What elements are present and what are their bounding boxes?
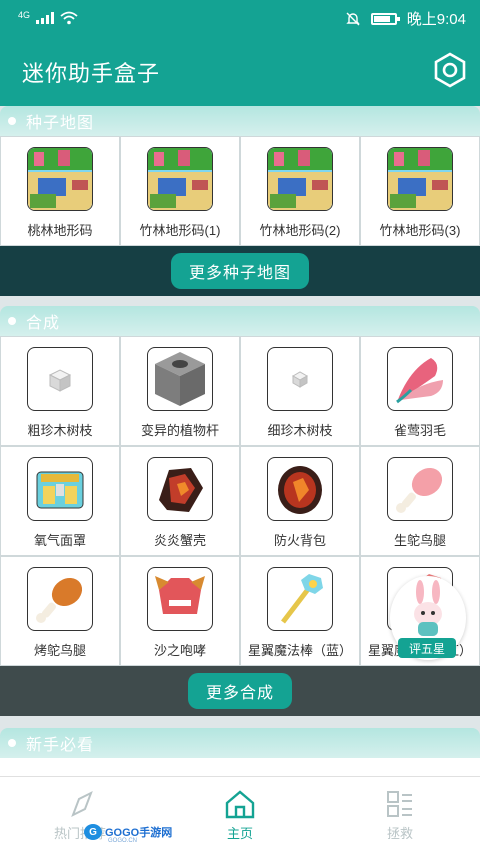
- magic-wand-icon: [267, 567, 333, 631]
- section-title: 新手必看: [26, 737, 95, 754]
- signal-icon: [36, 12, 55, 24]
- crafting-item[interactable]: 生鸵鸟腿: [361, 447, 479, 555]
- hexagon-gear-icon: [434, 52, 466, 88]
- section-crafting: 合成: [0, 306, 480, 336]
- roasted-drumstick-icon: [27, 567, 93, 631]
- bell-off-icon: [346, 12, 360, 25]
- item-label: 烤鸵鸟腿: [33, 643, 86, 658]
- nav-label: 拯救: [386, 825, 413, 841]
- seed-map-item[interactable]: 竹林地形码(1): [121, 137, 239, 245]
- item-label: 防火背包: [273, 533, 326, 548]
- item-label: 粗珍木树枝: [27, 423, 93, 438]
- compass-icon: [71, 790, 93, 817]
- gogo-logo-icon: G: [84, 824, 102, 840]
- item-label: 星翼魔法棒（蓝）: [247, 643, 352, 658]
- fireproof-backpack-icon: [267, 457, 333, 521]
- battery-icon: [370, 12, 400, 25]
- feather-icon: [387, 347, 453, 411]
- crafting-item[interactable]: 沙之咆哮: [121, 557, 239, 665]
- seed-map-item[interactable]: 竹林地形码(2): [241, 137, 359, 245]
- map-thumb-icon: [267, 147, 333, 211]
- section-newbie: 新手必看: [0, 728, 480, 758]
- bullet-icon: [8, 739, 16, 747]
- status-bar: 4G 晚上9:04: [0, 0, 480, 34]
- nav-home[interactable]: 主页: [160, 777, 320, 853]
- home-icon: [225, 789, 255, 818]
- section-seed-maps: 种子地图: [0, 106, 480, 136]
- seed-map-grid: 桃林地形码 竹林地形码(1) 竹林地形码(2) 竹林地形码(3): [0, 136, 480, 246]
- bottom-nav: 热门推荐 主页 拯救: [0, 776, 480, 853]
- section-title: 合成: [26, 315, 61, 332]
- bunny-mascot-icon: [414, 580, 442, 636]
- item-label: 氧气面罩: [33, 533, 86, 548]
- crafting-item[interactable]: 防火背包: [241, 447, 359, 555]
- item-label: 竹林地形码(3): [379, 223, 461, 238]
- map-thumb-icon: [27, 147, 93, 211]
- settings-button[interactable]: [430, 50, 470, 90]
- nav-rescue[interactable]: 拯救: [320, 777, 480, 853]
- crafting-item[interactable]: 雀莺羽毛: [361, 337, 479, 445]
- more-crafting-button[interactable]: 更多合成: [187, 673, 292, 709]
- crab-shell-icon: [147, 457, 213, 521]
- bullet-icon: [8, 117, 16, 125]
- crafting-item[interactable]: 炎炎蟹壳: [121, 447, 239, 555]
- item-label: 变异的植物杆: [140, 423, 219, 438]
- item-label: 炎炎蟹壳: [153, 533, 206, 548]
- watermark-site: GOGO.CN: [108, 838, 138, 844]
- map-thumb-icon: [387, 147, 453, 211]
- crafting-item[interactable]: 变异的植物杆: [121, 337, 239, 445]
- map-thumb-icon: [147, 147, 213, 211]
- app-header: 迷你助手盒子: [0, 34, 480, 106]
- raw-drumstick-icon: [387, 457, 453, 521]
- seed-map-item[interactable]: 竹林地形码(3): [361, 137, 479, 245]
- item-label: 细珍木树枝: [267, 423, 333, 438]
- item-label: 竹林地形码(2): [259, 223, 341, 238]
- wifi-icon: [60, 11, 78, 25]
- crafting-item[interactable]: 烤鸵鸟腿: [1, 557, 119, 665]
- item-label: 竹林地形码(1): [139, 223, 221, 238]
- item-label: 雀莺羽毛: [393, 423, 446, 438]
- stone-block-icon: [147, 347, 213, 411]
- oxygen-mask-icon: [27, 457, 93, 521]
- rate-five-stars-button[interactable]: 评五星: [398, 638, 456, 658]
- grid-icon: [387, 790, 412, 817]
- section-title: 种子地图: [26, 115, 95, 132]
- small-cube-icon: [27, 347, 93, 411]
- app-title: 迷你助手盒子: [22, 61, 161, 86]
- seed-map-item[interactable]: 桃林地形码: [1, 137, 119, 245]
- sand-roar-icon: [147, 567, 213, 631]
- tiny-cube-icon: [267, 347, 333, 411]
- crafting-item[interactable]: 细珍木树枝: [241, 337, 359, 445]
- item-label: 桃林地形码: [27, 223, 93, 238]
- crafting-more-strip: 更多合成: [0, 666, 480, 716]
- bullet-icon: [8, 317, 16, 325]
- item-label: 沙之咆哮: [153, 643, 206, 658]
- home-content[interactable]: 种子地图 桃林地形码 竹林地形码(1) 竹林地形码(2) 竹林地形码(3) 更多…: [0, 106, 480, 776]
- seed-map-more-strip: 更多种子地图: [0, 246, 480, 296]
- nav-label: 主页: [226, 825, 253, 841]
- more-seed-maps-button[interactable]: 更多种子地图: [170, 253, 309, 289]
- item-label: 生鸵鸟腿: [393, 533, 446, 548]
- crafting-item[interactable]: 星翼魔法棒（蓝）: [241, 557, 359, 665]
- network-label: 4G: [18, 10, 31, 20]
- crafting-item[interactable]: 氧气面罩: [1, 447, 119, 555]
- crafting-item[interactable]: 粗珍木树枝: [1, 337, 119, 445]
- clock: 晚上9:04: [406, 11, 466, 28]
